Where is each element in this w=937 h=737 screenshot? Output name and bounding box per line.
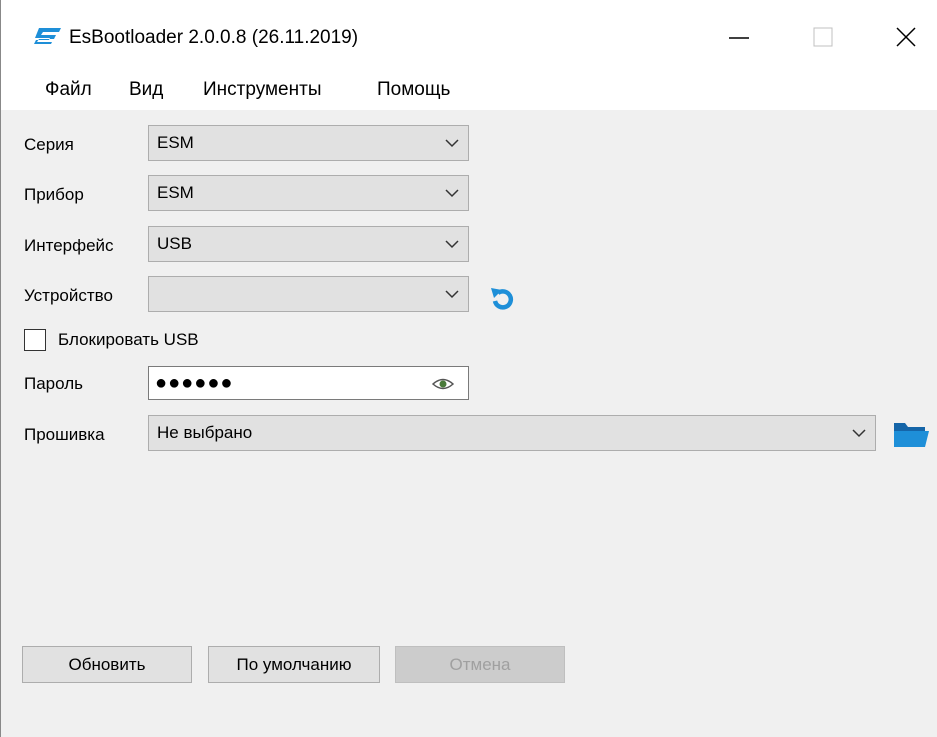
series-value: ESM — [157, 133, 194, 152]
device-value: ESM — [157, 183, 194, 202]
firmware-select[interactable]: Не выбрано — [148, 415, 876, 451]
device-select[interactable]: ESM — [148, 175, 469, 211]
password-value: ●●●●●● — [155, 372, 234, 394]
app-window: EsBootloader 2.0.0.8 (26.11.2019) Файл В… — [0, 0, 937, 737]
series-label: Серия — [24, 135, 74, 154]
chevron-down-icon — [445, 139, 459, 148]
hardware-select[interactable] — [148, 276, 469, 312]
defaults-button[interactable]: По умолчанию — [208, 646, 380, 683]
interface-label: Интерфейс — [24, 236, 114, 255]
series-select[interactable]: ESM — [148, 125, 469, 161]
firmware-value: Не выбрано — [157, 423, 253, 442]
menu-view[interactable]: Вид — [129, 79, 163, 101]
interface-select[interactable]: USB — [148, 226, 469, 262]
menu-help[interactable]: Помощь — [377, 79, 450, 101]
refresh-icon[interactable] — [488, 285, 518, 313]
window-title: EsBootloader 2.0.0.8 (26.11.2019) — [69, 27, 359, 48]
menu-bar: Файл Вид Инструменты Помощь — [1, 66, 937, 110]
refresh-button[interactable]: Обновить — [22, 646, 192, 683]
password-input[interactable]: ●●●●●● — [148, 366, 469, 400]
chevron-down-icon — [445, 290, 459, 299]
chevron-down-icon — [852, 429, 866, 438]
chevron-down-icon — [445, 189, 459, 198]
chevron-down-icon — [445, 240, 459, 249]
hardware-label: Устройство — [24, 286, 113, 305]
block-usb-checkbox[interactable] — [24, 329, 46, 351]
password-label: Пароль — [24, 374, 83, 393]
eye-icon[interactable] — [432, 376, 454, 392]
device-label: Прибор — [24, 185, 84, 204]
block-usb-label: Блокировать USB — [58, 330, 199, 349]
esbootloader-logo-icon — [34, 28, 61, 44]
menu-file[interactable]: Файл — [45, 79, 92, 101]
firmware-label: Прошивка — [24, 425, 105, 444]
folder-icon[interactable] — [892, 419, 932, 449]
menu-tools[interactable]: Инструменты — [203, 79, 321, 101]
interface-value: USB — [157, 234, 192, 253]
cancel-button[interactable]: Отмена — [395, 646, 565, 683]
